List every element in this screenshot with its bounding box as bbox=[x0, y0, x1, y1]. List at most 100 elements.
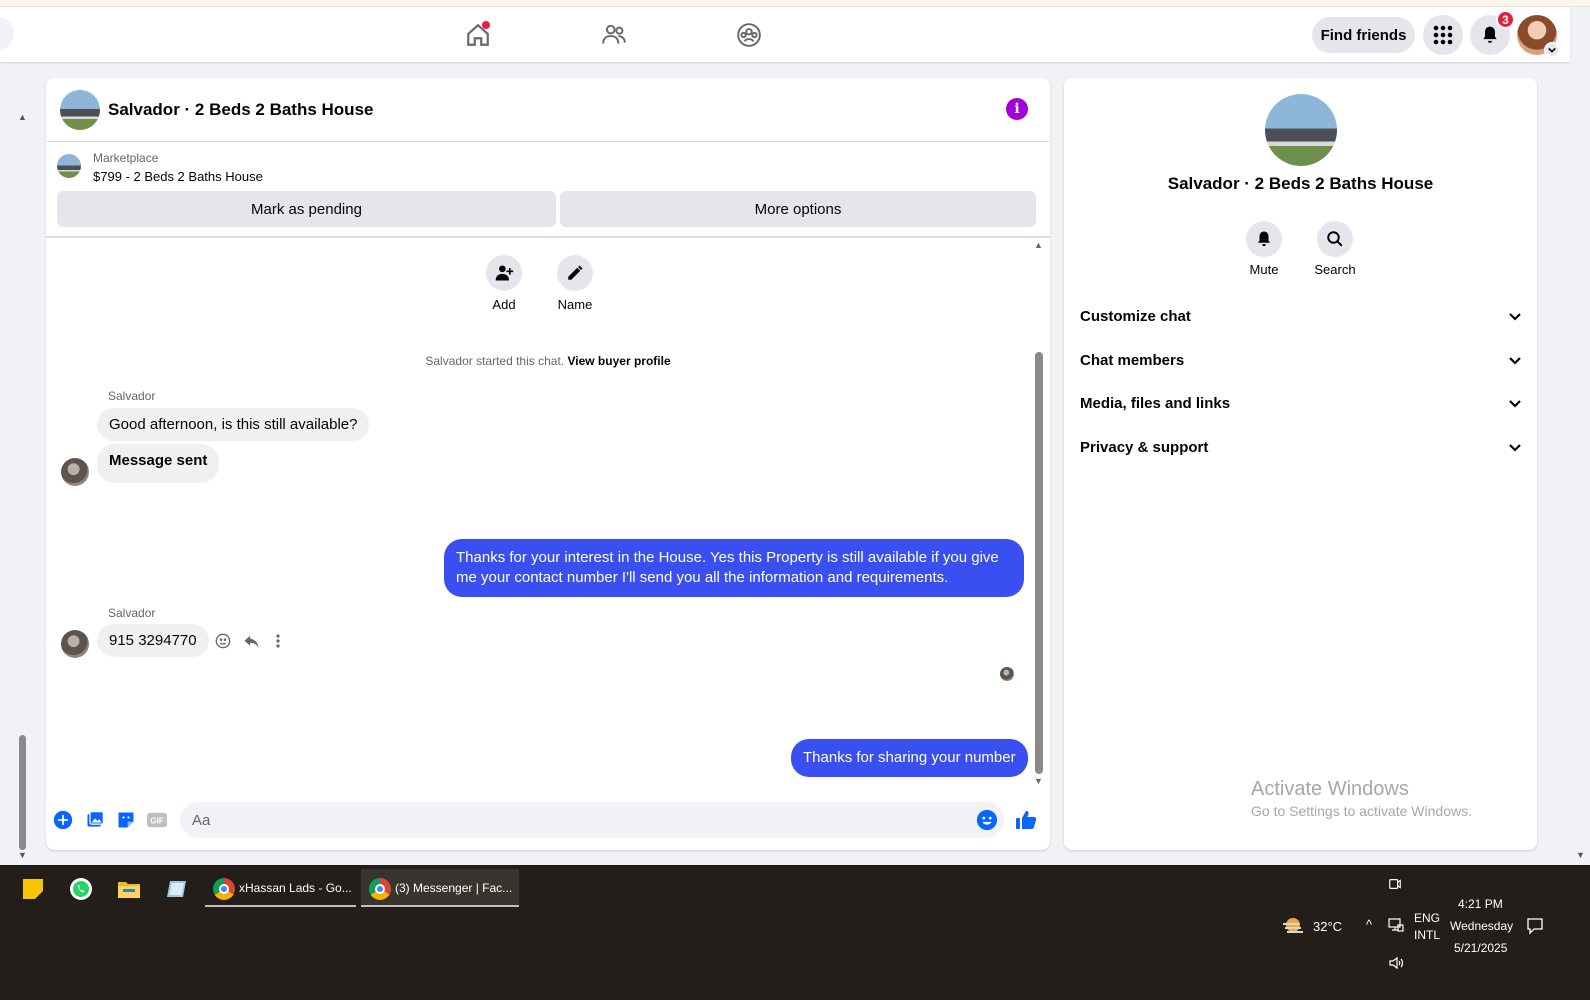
reply-icon[interactable] bbox=[240, 630, 262, 652]
conversation-photo[interactable] bbox=[1265, 94, 1337, 166]
privacy-support-label: Privacy & support bbox=[1080, 438, 1209, 456]
svg-text:GIF: GIF bbox=[150, 817, 164, 826]
view-buyer-profile-link[interactable]: View buyer profile bbox=[567, 354, 670, 368]
chat-started-text: Salvador started this chat. bbox=[425, 354, 565, 368]
salvador-avatar[interactable] bbox=[61, 458, 89, 486]
customize-chat-row[interactable]: Customize chat bbox=[1080, 298, 1522, 334]
read-receipt-avatar bbox=[1000, 667, 1014, 681]
conversation-title: Salvador · 2 Beds 2 Baths House bbox=[1167, 174, 1434, 193]
input-language[interactable]: ENG bbox=[1414, 911, 1440, 925]
search-icon bbox=[1317, 221, 1353, 257]
friends-icon[interactable] bbox=[598, 19, 630, 51]
weather-temperature[interactable]: 32°C bbox=[1313, 919, 1342, 934]
search-in-conversation-button[interactable]: Search bbox=[1300, 221, 1370, 277]
volume-icon[interactable] bbox=[1386, 953, 1406, 973]
chevron-down-icon bbox=[1509, 357, 1521, 365]
chat-scrollbar-thumb[interactable] bbox=[1035, 352, 1043, 774]
incoming-message[interactable]: 915 3294770 bbox=[97, 624, 209, 657]
keyboard-layout[interactable]: INTL bbox=[1414, 928, 1440, 942]
page-scroll-down-arrow[interactable]: ▼ bbox=[18, 850, 27, 860]
whatsapp-icon[interactable] bbox=[68, 876, 94, 902]
app-icon[interactable] bbox=[164, 876, 190, 902]
name-label: Name bbox=[557, 297, 593, 312]
salvador-avatar[interactable] bbox=[61, 630, 89, 658]
plus-circle-icon[interactable] bbox=[52, 809, 74, 831]
outgoing-message[interactable]: Thanks for your interest in the House. Y… bbox=[444, 539, 1024, 597]
taskbar-messenger-window[interactable]: (3) Messenger | Fac... bbox=[361, 869, 519, 907]
sender-name: Salvador bbox=[108, 389, 156, 403]
chat-members-row[interactable]: Chat members bbox=[1080, 342, 1522, 378]
privacy-support-row[interactable]: Privacy & support bbox=[1080, 429, 1522, 465]
chat-scroll-up-arrow[interactable]: ▲ bbox=[1034, 240, 1043, 250]
weather-icon[interactable] bbox=[1280, 913, 1306, 939]
add-person-icon bbox=[486, 255, 522, 291]
window-scroll-down-arrow[interactable]: ▼ bbox=[1576, 850, 1585, 860]
chat-header: Salvador · 2 Beds 2 Baths House i bbox=[46, 78, 1050, 142]
activate-windows-title: Activate Windows bbox=[1251, 778, 1409, 800]
clock-date[interactable]: 5/21/2025 bbox=[1454, 941, 1507, 955]
add-people-button[interactable]: Add bbox=[474, 255, 534, 312]
media-files-links-label: Media, files and links bbox=[1080, 394, 1231, 412]
more-actions-icon[interactable] bbox=[267, 630, 289, 652]
media-files-links-row[interactable]: Media, files and links bbox=[1080, 385, 1522, 421]
browser-top-strip bbox=[0, 0, 1590, 7]
photo-icon[interactable] bbox=[84, 809, 106, 831]
chat-panel: Salvador · 2 Beds 2 Baths House i Market… bbox=[46, 78, 1050, 850]
more-options-button[interactable]: More options bbox=[560, 191, 1036, 227]
task-active-indicator bbox=[361, 905, 519, 907]
listing-summary[interactable]: $799 - 2 Beds 2 Baths House bbox=[93, 169, 263, 184]
sticker-icon[interactable] bbox=[115, 809, 137, 831]
search-stub[interactable] bbox=[0, 17, 14, 51]
pencil-icon bbox=[557, 255, 593, 291]
home-icon[interactable] bbox=[462, 19, 494, 51]
marketplace-listing-thumbnail bbox=[57, 154, 81, 178]
chrome-icon bbox=[213, 878, 235, 900]
action-center-icon[interactable] bbox=[1524, 915, 1546, 937]
emoji-icon[interactable] bbox=[976, 809, 998, 831]
file-explorer-icon[interactable] bbox=[116, 876, 142, 902]
sticky-notes-icon[interactable] bbox=[20, 876, 46, 902]
add-label: Add bbox=[492, 297, 516, 312]
menu-grid-icon[interactable] bbox=[1423, 15, 1463, 55]
notification-count-badge: 3 bbox=[1496, 10, 1515, 29]
clock-day[interactable]: Wednesday bbox=[1450, 919, 1513, 933]
chat-title[interactable]: Salvador · 2 Beds 2 Baths House bbox=[108, 100, 373, 120]
groups-icon[interactable] bbox=[733, 19, 765, 51]
activate-windows-subtitle: Go to Settings to activate Windows. bbox=[1251, 803, 1472, 819]
account-chevron-icon bbox=[1544, 42, 1560, 58]
task-title: xHassan Lads - Go... bbox=[239, 881, 352, 895]
task-active-indicator bbox=[205, 905, 356, 907]
gif-icon[interactable]: GIF bbox=[146, 809, 168, 831]
meet-now-icon[interactable] bbox=[1384, 873, 1406, 895]
outgoing-message[interactable]: Thanks for sharing your number bbox=[791, 739, 1028, 777]
customize-chat-label: Customize chat bbox=[1080, 307, 1191, 325]
message-input[interactable] bbox=[180, 802, 1004, 838]
chat-scroll-down-arrow[interactable]: ▼ bbox=[1034, 776, 1043, 786]
chat-started-notice: Salvador started this chat. View buyer p… bbox=[46, 354, 1050, 368]
user-avatar[interactable] bbox=[1517, 15, 1560, 58]
page-scrollbar-thumb[interactable] bbox=[19, 735, 26, 850]
react-emoji-icon[interactable] bbox=[212, 630, 234, 652]
marketplace-label: Marketplace bbox=[93, 151, 159, 165]
chrome-icon bbox=[369, 878, 391, 900]
chat-listing-thumbnail[interactable] bbox=[60, 90, 100, 130]
bell-icon bbox=[1246, 221, 1282, 257]
page-scroll-up-arrow[interactable]: ▲ bbox=[18, 112, 27, 122]
network-icon[interactable] bbox=[1386, 915, 1406, 935]
mute-label: Mute bbox=[1249, 262, 1279, 277]
incoming-message[interactable]: Good afternoon, is this still available? bbox=[97, 408, 370, 441]
name-chat-button[interactable]: Name bbox=[545, 255, 605, 312]
show-hidden-icons-chevron-icon[interactable]: ^ bbox=[1366, 917, 1372, 932]
info-icon[interactable]: i bbox=[1006, 98, 1028, 120]
incoming-message[interactable]: Message sent bbox=[97, 444, 220, 483]
chevron-down-icon bbox=[1509, 400, 1521, 408]
thumbs-up-icon[interactable] bbox=[1014, 808, 1038, 832]
find-friends-button[interactable]: Find friends bbox=[1312, 17, 1415, 53]
taskbar-chrome-window[interactable]: xHassan Lads - Go... bbox=[205, 869, 356, 907]
mute-button[interactable]: Mute bbox=[1229, 221, 1299, 277]
mark-as-pending-button[interactable]: Mark as pending bbox=[57, 191, 556, 227]
chevron-down-icon bbox=[1509, 313, 1521, 321]
notifications-bell-icon[interactable]: 3 bbox=[1470, 10, 1515, 55]
chevron-down-icon bbox=[1509, 444, 1521, 452]
clock-time[interactable]: 4:21 PM bbox=[1458, 897, 1503, 911]
